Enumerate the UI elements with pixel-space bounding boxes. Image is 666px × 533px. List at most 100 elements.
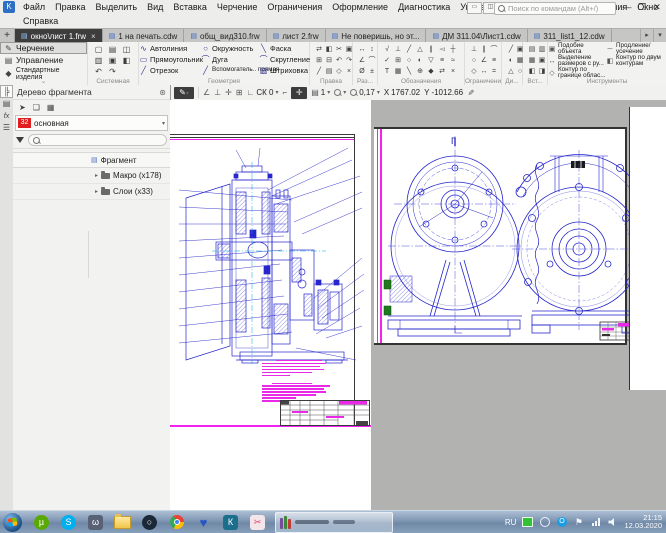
tab-311-list1[interactable]: ▤ 311_list1_12.cdw <box>528 29 612 43</box>
text-tool-icon[interactable]: T <box>382 66 392 77</box>
menu-item-layout[interactable]: Оформление <box>327 2 393 12</box>
tree-root-row[interactable]: ▤ Фрагмент <box>13 152 170 168</box>
menu-item-draw[interactable]: Черчение <box>212 2 263 12</box>
horizontal-icon[interactable]: ↔ <box>479 66 489 77</box>
split-icon[interactable]: ╱ <box>314 66 324 77</box>
app-tray-icon[interactable]: O <box>556 517 567 528</box>
expand-arrow-icon[interactable]: ▸ <box>95 172 98 179</box>
roughness-icon[interactable]: √ <box>382 44 392 55</box>
open-icon[interactable]: ▤ <box>106 44 119 55</box>
menu-item-insert[interactable]: Вставка <box>168 2 211 12</box>
swap-icon[interactable]: ⇄ <box>437 66 447 77</box>
network-tray-icon[interactable] <box>590 517 601 528</box>
taskbar-clock[interactable]: 21:15 12.03.2020 <box>624 514 662 531</box>
tab-scroll-icon[interactable]: ▸ <box>640 29 653 43</box>
tab-pin-icon[interactable]: ▾ <box>653 29 666 43</box>
vertical-dim-icon[interactable]: ↕ <box>367 44 377 55</box>
menu-item-constraints[interactable]: Ограничения <box>262 2 327 12</box>
drawing-canvas[interactable]: Г <box>170 100 666 510</box>
discord-icon[interactable]: ω <box>82 512 109 533</box>
construction-line-button[interactable]: ╱Вспомогатель.. прямая <box>201 65 259 76</box>
angle-icon[interactable]: ∠ <box>479 55 489 66</box>
tree-item-layers[interactable]: ▸ Слои (x33) <box>13 184 170 200</box>
tolerance-icon[interactable]: ± <box>367 66 377 77</box>
menu-item-select[interactable]: Выделить <box>91 2 143 12</box>
section-icon[interactable]: ∥ <box>426 44 436 55</box>
pointer-tool-icon[interactable]: ➤ <box>19 103 26 112</box>
corner-mode-icon[interactable]: ⌐ <box>283 88 288 97</box>
scale-icon[interactable]: ⊞ <box>314 55 324 66</box>
update-tray-icon[interactable] <box>539 517 550 528</box>
tab-na-pechat[interactable]: ▤ 1 на печать.cdw <box>103 29 185 43</box>
steam-icon[interactable]: ○ <box>136 512 163 533</box>
rectangle-button[interactable]: ▭Прямоугольник <box>139 54 201 65</box>
layers-tool-icon[interactable]: ❏ <box>33 103 40 112</box>
current-layer-select[interactable]: 32 основная ▾ <box>15 115 168 131</box>
frame-icon[interactable]: ⊞ <box>393 55 403 66</box>
undo-icon[interactable]: ↶ <box>92 66 105 77</box>
tangent-icon[interactable]: ⌒ <box>489 44 499 55</box>
rotate-ccw-icon[interactable]: ↶ <box>334 55 344 66</box>
insert-picture-icon[interactable]: ▥ <box>537 44 547 55</box>
datum-icon[interactable]: ⊥ <box>393 44 403 55</box>
thunder-icon[interactable]: ╲ <box>404 66 414 77</box>
zoom-mode-select[interactable]: ▾ <box>334 89 346 96</box>
table-icon[interactable]: ▦ <box>393 66 403 77</box>
array-icon[interactable]: ▤ <box>324 66 334 77</box>
cross-icon[interactable]: × <box>448 66 458 77</box>
coordinate-system-select[interactable]: ∟ СК 0▾ <box>247 88 279 97</box>
mode-management[interactable]: ▤ Управление <box>0 54 87 66</box>
marking-icon[interactable]: △ <box>415 44 425 55</box>
contour-two-button[interactable]: ◧Контур по двум контурам <box>606 55 664 67</box>
diamond-icon[interactable]: ◆ <box>426 66 436 77</box>
start-button[interactable] <box>3 513 22 532</box>
check-icon[interactable]: ✓ <box>382 55 392 66</box>
shift-icon[interactable]: ⊟ <box>324 55 334 66</box>
close-tab-icon[interactable]: × <box>91 32 96 41</box>
tree-panel-icon[interactable]: ╠ <box>1 86 12 97</box>
segment-button[interactable]: ╱Отрезок <box>139 65 201 76</box>
ortho-toggle-button[interactable]: ✛ <box>291 87 307 99</box>
concentric-icon[interactable]: ○ <box>469 55 479 66</box>
tree-search-input[interactable] <box>28 134 167 146</box>
view-arrow-icon[interactable]: ◅ <box>437 44 447 55</box>
align-icon[interactable]: ≡ <box>489 55 499 66</box>
snap-align-icon[interactable]: ⊥ <box>214 88 221 97</box>
menu-item-view[interactable]: Вид <box>142 2 168 12</box>
lines-icon[interactable]: ≡ <box>437 55 447 66</box>
assembly-sheet[interactable]: Г <box>374 127 627 345</box>
image-tool-icon[interactable]: ▦ <box>47 103 55 112</box>
deform-icon[interactable]: ◇ <box>334 66 344 77</box>
menu-item-file[interactable]: Файл <box>18 2 50 12</box>
tab-obsh-vid310[interactable]: ▤ общ_вид310.frw <box>184 29 266 43</box>
kompas-taskbar-icon[interactable]: К <box>217 512 244 533</box>
wave-icon[interactable]: ≈ <box>448 55 458 66</box>
save-all-icon[interactable]: ◧ <box>120 55 133 66</box>
insert-table-icon[interactable]: ◨ <box>537 66 547 77</box>
variables-panel-icon[interactable]: fx <box>1 110 12 121</box>
expand-arrow-icon[interactable]: ▸ <box>95 188 98 195</box>
tab-list1-frw[interactable]: ▤ окно\лист 1.frw × <box>15 29 103 43</box>
layer-select[interactable]: ▤ 1▾ <box>311 88 330 97</box>
menu-item-diagnostics[interactable]: Диагностика <box>393 2 455 12</box>
diameter-dim-icon[interactable]: Ø <box>357 66 367 77</box>
print-preview-icon[interactable]: ▣ <box>106 55 119 66</box>
winrar-task-button[interactable] <box>275 512 393 533</box>
flag-tray-icon[interactable]: ⚑ <box>573 517 584 528</box>
menu-item-edit[interactable]: Правка <box>50 2 90 12</box>
minimize-button[interactable]: — <box>620 2 634 13</box>
volume-tray-icon[interactable] <box>607 517 618 528</box>
window-layout-icon[interactable]: ▭ <box>467 2 482 14</box>
tree-item-macro[interactable]: ▸ Макро (x178) <box>13 168 170 184</box>
circle-button[interactable]: ○Окружность <box>201 43 259 54</box>
chrome-icon[interactable] <box>163 512 190 533</box>
fix-icon[interactable]: ◇ <box>469 66 479 77</box>
center-mark-icon[interactable]: ⊕ <box>415 66 425 77</box>
fillet-button[interactable]: ⌒Скругление <box>259 54 307 65</box>
angle-dim-icon[interactable]: ∠ <box>357 55 367 66</box>
equal-icon[interactable]: = <box>489 66 499 77</box>
copy-icon[interactable]: ◧ <box>324 44 334 55</box>
trim-icon[interactable]: ✂ <box>334 44 344 55</box>
grid-toggle-icon[interactable]: ⊞ <box>236 88 243 97</box>
hatch-button[interactable]: ▨Штриховка <box>259 65 307 76</box>
